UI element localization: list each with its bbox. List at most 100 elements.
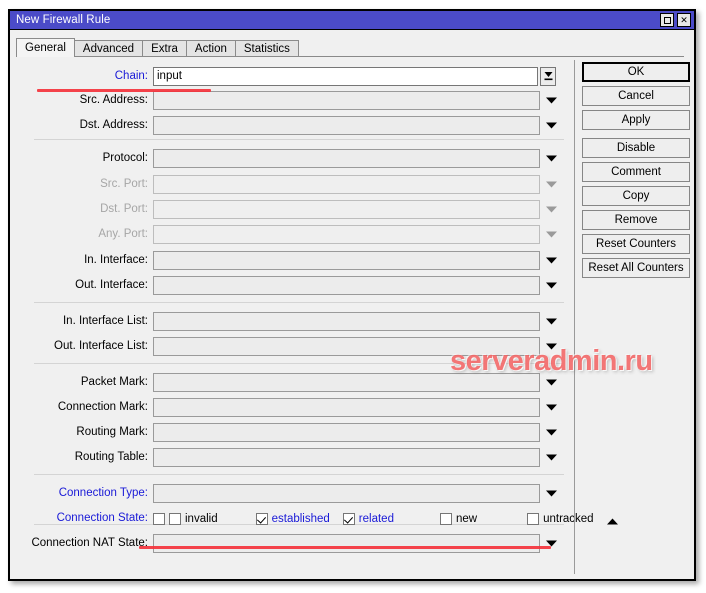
window-controls: ✕ xyxy=(660,13,691,27)
connection-state-collapse-arrow[interactable] xyxy=(606,512,618,530)
tab-extra[interactable]: Extra xyxy=(142,40,187,57)
protocol-dropdown-arrow[interactable] xyxy=(540,149,562,168)
tab-general-label: General xyxy=(25,42,66,54)
reset-counters-button[interactable]: Reset Counters xyxy=(582,234,690,254)
tab-action[interactable]: Action xyxy=(185,40,236,57)
checkbox-related[interactable]: related xyxy=(342,512,394,525)
out-interface-list-dropdown-arrow[interactable] xyxy=(540,337,562,356)
chevron-down-icon xyxy=(545,379,557,386)
connection-type-dropdown-arrow[interactable] xyxy=(540,484,562,503)
src-address-dropdown-arrow[interactable] xyxy=(540,91,562,110)
label-routing-table: Routing Table: xyxy=(74,451,148,463)
label-dst-address: Dst. Address: xyxy=(79,119,148,131)
field-row-dst-address: Dst. Address: xyxy=(16,116,562,135)
checkbox-invalid-box[interactable] xyxy=(169,512,181,525)
maximize-button[interactable] xyxy=(660,13,674,27)
input-out-interface-list[interactable] xyxy=(153,337,540,356)
panel-divider xyxy=(574,60,575,574)
connection-mark-dropdown-arrow[interactable] xyxy=(540,398,562,417)
connection-state-checkbox-group: invalid established related new untracke… xyxy=(153,509,618,528)
field-row-in-interface-list: In. Interface List: xyxy=(16,312,562,331)
input-routing-mark[interactable] xyxy=(153,423,540,442)
checkbox-invalid[interactable]: invalid xyxy=(153,512,218,525)
input-any-port xyxy=(153,225,540,244)
checkbox-established-box[interactable] xyxy=(255,512,268,525)
input-chain[interactable]: input xyxy=(153,67,538,86)
tab-bar: General Advanced Extra Action Statistics xyxy=(10,37,299,57)
tab-extra-label: Extra xyxy=(151,43,178,55)
comment-button[interactable]: Comment xyxy=(582,162,690,182)
out-interface-dropdown-arrow[interactable] xyxy=(540,276,562,295)
any-port-dropdown-arrow xyxy=(540,225,562,244)
cancel-button[interactable]: Cancel xyxy=(582,86,690,106)
label-connection-mark: Connection Mark: xyxy=(57,401,148,413)
chevron-down-icon xyxy=(545,404,557,411)
input-out-interface[interactable] xyxy=(153,276,540,295)
chevron-down-icon xyxy=(545,429,557,436)
chevron-down-icon xyxy=(545,155,557,162)
field-row-in-interface: In. Interface: xyxy=(16,251,562,270)
field-row-dst-port: Dst. Port: xyxy=(16,200,562,219)
input-dst-address[interactable] xyxy=(153,116,540,135)
checkbox-new-box[interactable] xyxy=(439,512,452,525)
dst-address-dropdown-arrow[interactable] xyxy=(540,116,562,135)
field-row-protocol: Protocol: xyxy=(16,149,562,168)
tab-action-label: Action xyxy=(194,43,227,55)
tab-general[interactable]: General xyxy=(16,38,75,57)
label-src-address: Src. Address: xyxy=(79,94,148,106)
field-row-routing-table: Routing Table: xyxy=(16,448,562,467)
ok-button[interactable]: OK xyxy=(582,62,690,82)
routing-mark-dropdown-arrow[interactable] xyxy=(540,423,562,442)
in-interface-list-dropdown-arrow[interactable] xyxy=(540,312,562,331)
label-protocol: Protocol: xyxy=(102,152,148,164)
input-in-interface-list[interactable] xyxy=(153,312,540,331)
field-row-any-port: Any. Port: xyxy=(16,225,562,244)
checkbox-untracked[interactable]: untracked xyxy=(527,512,594,525)
input-packet-mark[interactable] xyxy=(153,373,540,392)
routing-table-dropdown-arrow[interactable] xyxy=(540,448,562,467)
label-packet-mark: Packet Mark: xyxy=(80,376,148,388)
input-protocol[interactable] xyxy=(153,149,540,168)
label-out-interface: Out. Interface: xyxy=(75,279,148,291)
input-src-address[interactable] xyxy=(153,91,540,110)
checkbox-established[interactable]: established xyxy=(255,512,330,525)
chevron-down-icon xyxy=(545,454,557,461)
reset-all-counters-button[interactable]: Reset All Counters xyxy=(582,258,690,278)
close-button[interactable]: ✕ xyxy=(677,13,691,27)
input-connection-type[interactable] xyxy=(153,484,540,503)
maximize-icon xyxy=(663,16,671,24)
tab-advanced[interactable]: Advanced xyxy=(73,40,144,57)
group-separator-4 xyxy=(34,474,564,475)
window-title: New Firewall Rule xyxy=(16,14,111,26)
label-connection-nat-state: Connection NAT State: xyxy=(31,537,148,549)
checkbox-related-box[interactable] xyxy=(342,512,355,525)
chain-dropdown-button[interactable] xyxy=(540,67,556,86)
packet-mark-dropdown-arrow[interactable] xyxy=(540,373,562,392)
input-in-interface[interactable] xyxy=(153,251,540,270)
field-row-routing-mark: Routing Mark: xyxy=(16,423,562,442)
chevron-up-icon xyxy=(606,518,618,525)
checkbox-invalid-negate-box[interactable] xyxy=(153,512,165,525)
chevron-down-icon xyxy=(545,490,557,497)
input-routing-table[interactable] xyxy=(153,448,540,467)
field-row-connection-nat-state: Connection NAT State: xyxy=(16,534,562,553)
in-interface-dropdown-arrow[interactable] xyxy=(540,251,562,270)
src-port-dropdown-arrow xyxy=(540,175,562,194)
field-row-connection-mark: Connection Mark: xyxy=(16,398,562,417)
disable-button[interactable]: Disable xyxy=(582,138,690,158)
checkbox-new[interactable]: new xyxy=(439,512,477,525)
remove-button[interactable]: Remove xyxy=(582,210,690,230)
checkbox-untracked-label: untracked xyxy=(543,512,594,525)
copy-button[interactable]: Copy xyxy=(582,186,690,206)
input-connection-nat-state[interactable] xyxy=(153,534,540,553)
input-connection-mark[interactable] xyxy=(153,398,540,417)
chevron-down-icon xyxy=(545,231,557,238)
tab-statistics[interactable]: Statistics xyxy=(234,40,299,57)
apply-button[interactable]: Apply xyxy=(582,110,690,130)
chevron-down-icon xyxy=(545,206,557,213)
checkbox-untracked-box[interactable] xyxy=(527,512,540,525)
connection-nat-state-dropdown-arrow[interactable] xyxy=(540,534,562,553)
firewall-rule-window: New Firewall Rule ✕ General Advanced Ext… xyxy=(8,9,696,581)
tab-advanced-label: Advanced xyxy=(82,43,135,55)
close-icon: ✕ xyxy=(680,14,688,25)
